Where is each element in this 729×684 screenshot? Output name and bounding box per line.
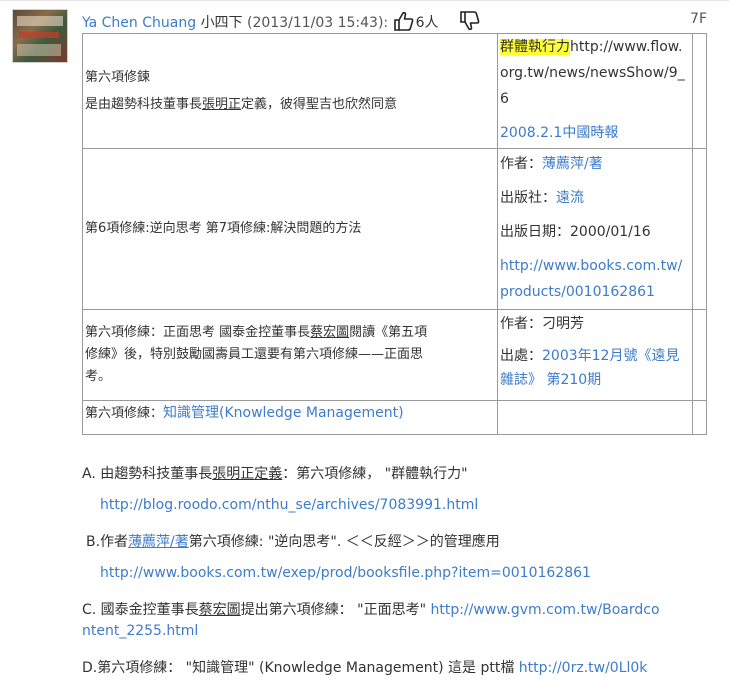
like-count: 6人 (415, 15, 439, 31)
table-row: 第六項修練：正面思考 國泰金控董事長蔡宏圖閱讀《第五項 修練》後，特別鼓勵國壽員… (82, 309, 707, 401)
cell-text: 第6項修練:逆向思考 第7項修練:解決問題的方法 (85, 221, 362, 237)
cell-text-part: 是由趨勢科技董事長 (85, 97, 203, 112)
book-url-line2[interactable]: products/0010162861 (500, 279, 690, 305)
info-table: 第六項修鍊 是由趨勢科技董事長張明正定義，彼得聖吉也欣然同意 群體執行力http… (82, 33, 707, 435)
post-datetime: (2013/11/03 15:43): (247, 15, 389, 31)
link-c-continued[interactable]: ntent_2255.html (82, 623, 198, 639)
cell-text: 是由趨勢科技董事長張明正定義，彼得聖吉也欣然同意 (85, 95, 495, 115)
table-cell: 群體執行力http://www.flow. org.tw/news/newsSh… (497, 33, 693, 149)
text: 定義 (254, 466, 283, 482)
cell-text: 群體執行力http://www.flow. (500, 34, 690, 60)
table-row: 第六項修鍊 是由趨勢科技董事長張明正定義，彼得聖吉也欣然同意 群體執行力http… (82, 33, 707, 149)
cell-text: 第六項修練：正面思考 國泰金控董事長蔡宏圖閱讀《第五項 (85, 322, 495, 344)
link-c[interactable]: http://www.gvm.com.tw/Boardco (430, 602, 659, 618)
cell-text: 修練》後，特別鼓勵國壽員工還要有第六項修練——正面思 (85, 347, 424, 362)
table-cell (692, 33, 707, 149)
forum-post: Ya Chen Chuang 小四下 (2013/11/03 15:43): 6… (0, 0, 729, 684)
floor-number: 7F (690, 11, 707, 27)
label: 出版社： (500, 190, 556, 206)
table-row: 第六項修練：知識管理(Knowledge Management) (82, 400, 707, 435)
cell-text: 第六項修鍊 (85, 69, 151, 85)
link-d[interactable]: http://0rz.tw/0Ll0k (519, 660, 648, 676)
thumbs-up-icon[interactable] (393, 11, 415, 35)
url-text: http://www.flow. (570, 39, 683, 55)
author-link[interactable]: 薄薦萍/著 (542, 156, 603, 172)
link-a[interactable]: http://blog.roodo.com/nthu_se/archives/7… (100, 497, 478, 513)
table-cell (692, 148, 707, 310)
source-link[interactable]: 2003年12月號《遠見 (542, 348, 679, 364)
text: ：第六項修練， "群體執行力" (282, 466, 468, 482)
line-d: D.第六項修練： "知識管理" (Knowledge Management) 這… (82, 657, 647, 677)
url-text: org.tw/news/newsShow/9_ (500, 65, 685, 81)
cell-text-part: 第六項修練：正面思考 國泰金控董事長 (85, 325, 311, 340)
highlighted-text: 群體執行力 (500, 39, 570, 55)
table-cell: 第六項修練：正面思考 國泰金控董事長蔡宏圖閱讀《第五項 修練》後，特別鼓勵國壽員… (82, 309, 498, 401)
table-cell (497, 400, 693, 435)
text: C. 國泰金控董事長 (82, 602, 199, 618)
cell-text-part: 第六項修練： (85, 406, 164, 421)
author-rank: 小四下 (200, 15, 243, 31)
line-b: B.作者薄薦萍/著第六項修練: "逆向思考". ＜＜反經＞＞的管理應用 (86, 531, 500, 551)
cell-text-part: 閱讀《第五項 (349, 325, 428, 340)
url-text: 6 (500, 91, 509, 107)
text: 第六項修練: "逆向思考". ＜＜反經＞＞的管理應用 (188, 534, 500, 550)
person-name: 蔡宏圖 (310, 325, 350, 340)
source-text: 2008.2.1中國時報 (500, 125, 619, 141)
text: A. 由趨勢科技董事長 (82, 466, 213, 482)
table-cell: 第六項修鍊 是由趨勢科技董事長張明正定義，彼得聖吉也欣然同意 (82, 33, 498, 149)
cell-text: 考。 (85, 369, 112, 384)
author-name[interactable]: Ya Chen Chuang (82, 15, 196, 31)
label: 出處： (500, 348, 542, 364)
table-cell: 作者：薄薦萍/著 出版社：遠流 出版日期：2000/01/16 http://w… (497, 148, 693, 310)
table-cell (692, 309, 707, 401)
article-source: 出處：2003年12月號《遠見 (500, 344, 690, 368)
book-pubdate: 出版日期：2000/01/16 (500, 224, 651, 240)
text: B.作者 (86, 534, 129, 550)
person-name: 張明正 (202, 97, 242, 112)
table-cell: 第6項修練:逆向思考 第7項修練:解決問題的方法 (82, 148, 498, 310)
text: D.第六項修練： "知識管理" (Knowledge Management) 這… (82, 660, 519, 676)
table-cell: 第六項修練：知識管理(Knowledge Management) (82, 400, 498, 435)
thumbs-down-icon[interactable] (459, 11, 481, 35)
person-name: 張明正 (212, 466, 255, 482)
book-url-line1[interactable]: http://www.books.com.tw/ (500, 253, 690, 279)
table-cell: 作者：刁明芳 出處：2003年12月號《遠見 雜誌》 第210期 (497, 309, 693, 401)
table-cell (692, 400, 707, 435)
author-link[interactable]: 薄薦萍/著 (128, 534, 189, 550)
line-c: C. 國泰金控董事長蔡宏圖提出第六項修練： "正面思考" http://www.… (82, 599, 660, 619)
avatar-detail (17, 44, 61, 56)
avatar[interactable] (12, 9, 68, 63)
text: 提出第六項修練： "正面思考" (240, 602, 431, 618)
book-publisher: 出版社：遠流 (500, 185, 690, 211)
cell-text-part: 定義，彼得聖吉也欣然同意 (241, 97, 398, 112)
table-row: 第6項修練:逆向思考 第7項修練:解決問題的方法 作者：薄薦萍/著 出版社：遠流… (82, 148, 707, 310)
link-b[interactable]: http://www.books.com.tw/exep/prod/booksf… (100, 565, 591, 581)
source-link[interactable]: 雜誌》 第210期 (500, 368, 690, 392)
book-author: 作者：薄薦萍/著 (500, 151, 690, 177)
label: 作者： (500, 156, 542, 172)
publisher-link[interactable]: 遠流 (556, 190, 584, 206)
person-name: 蔡宏圖 (198, 602, 241, 618)
avatar-detail (19, 32, 59, 38)
post-header: Ya Chen Chuang 小四下 (2013/11/03 15:43): 6… (82, 11, 707, 33)
article-author: 作者：刁明芳 (500, 316, 584, 332)
knowledge-management-link[interactable]: 知識管理(Knowledge Management) (163, 405, 404, 421)
avatar-detail (17, 16, 63, 26)
line-a: A. 由趨勢科技董事長張明正定義：第六項修練， "群體執行力" (82, 463, 468, 483)
